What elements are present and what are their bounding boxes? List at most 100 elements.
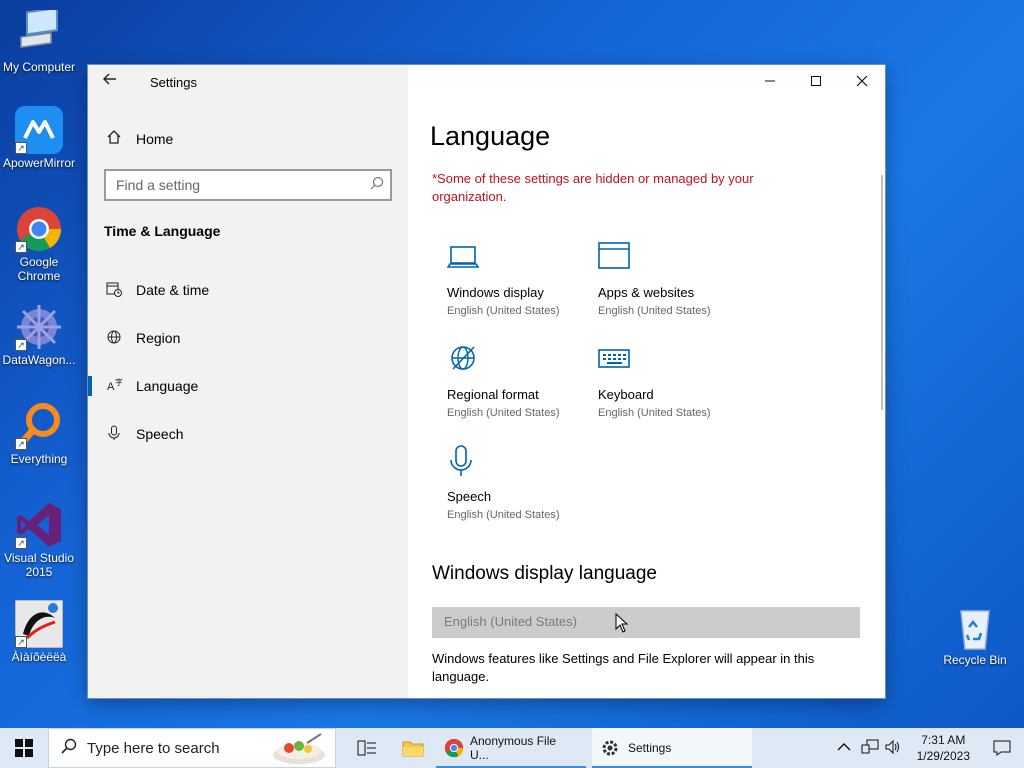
search-highlight-icon <box>271 733 327 768</box>
desktop-icon-my-computer[interactable]: My Computer <box>1 6 77 74</box>
desktop-icon-label: Everything <box>10 452 68 466</box>
keyboard-icon <box>598 343 748 377</box>
taskbar-app-label: Anonymous File U... <box>470 734 557 762</box>
calendar-clock-icon <box>104 281 124 300</box>
notification-icon[interactable] <box>980 740 1024 756</box>
sidebar-item-label: Language <box>136 378 199 394</box>
tile-keyboard[interactable]: Keyboard English (United States) <box>598 343 748 419</box>
find-setting-input[interactable]: Find a setting <box>104 169 392 201</box>
recycle-bin-icon <box>951 603 999 651</box>
dropdown-value: English (United States) <box>444 614 577 629</box>
tile-name: Apps & websites <box>598 285 695 300</box>
page-title: Language <box>430 121 551 151</box>
tile-windows-display[interactable]: Windows display English (United States) <box>446 241 597 317</box>
display-language-dropdown[interactable]: English (United States) <box>432 607 860 638</box>
shortcut-arrow-icon: ↗ <box>15 142 27 154</box>
svg-text:字: 字 <box>115 377 122 387</box>
windows-logo-icon <box>15 739 33 757</box>
app-shortcut-icon: ↗ <box>14 599 64 649</box>
tile-speech[interactable]: Speech English (United States) <box>447 445 597 521</box>
chevron-up-icon[interactable] <box>837 741 851 755</box>
tile-sub: English (United States) <box>598 407 711 419</box>
clock-time: 7:31 AM <box>921 733 966 747</box>
microphone-icon <box>104 425 124 444</box>
sidebar-item-speech[interactable]: Speech <box>88 414 408 454</box>
desktop-icon-label: ApowerMirror <box>2 156 75 170</box>
sidebar-item-date-time[interactable]: Date & time <box>88 270 408 310</box>
nav-home-label: Home <box>136 131 174 147</box>
shortcut-arrow-icon: ↗ <box>15 339 27 351</box>
taskbar: Type here to search Anonymous File U... … <box>0 728 1024 768</box>
sidebar-item-language[interactable]: A字 Language <box>88 366 408 406</box>
desktop-icon-label: Àìàíõèëëà <box>11 650 67 664</box>
taskbar-app-chrome[interactable]: Anonymous File U... <box>436 728 586 768</box>
search-icon <box>370 176 384 193</box>
content-pane: Language *Some of these settings are hid… <box>408 65 885 698</box>
gear-icon <box>602 740 618 756</box>
clock-date: 1/29/2023 <box>916 749 970 763</box>
nav-home[interactable]: Home <box>104 127 173 151</box>
tile-sub: English (United States) <box>447 305 560 317</box>
settings-window: Settings Home Find a setting Time & Lang… <box>88 65 885 698</box>
laptop-icon <box>446 241 597 275</box>
desktop-icon-recycle-bin[interactable]: Recycle Bin <box>937 603 1013 667</box>
datawagon-icon: ↗ <box>15 303 63 351</box>
sidebar-item-label: Region <box>136 330 181 346</box>
task-view-button[interactable] <box>344 728 390 768</box>
display-language-description: Windows features like Settings and File … <box>432 651 815 684</box>
volume-icon[interactable] <box>885 739 901 758</box>
tile-name: Windows display <box>447 285 544 300</box>
sidebar-item-region[interactable]: Region <box>88 318 408 358</box>
tile-regional-format[interactable]: Regional format English (United States) <box>447 343 597 419</box>
clock[interactable]: 7:31 AM 1/29/2023 <box>917 732 970 764</box>
shortcut-arrow-icon: ↗ <box>15 636 27 648</box>
desktop-icon-label: Recycle Bin <box>943 653 1007 667</box>
section-title: Time & Language <box>104 223 221 239</box>
tile-sub: English (United States) <box>598 305 711 317</box>
window-icon <box>598 241 748 275</box>
back-button[interactable] <box>102 71 122 91</box>
shortcut-arrow-icon: ↗ <box>15 438 27 450</box>
taskbar-app-label: Settings <box>628 741 672 755</box>
network-icon[interactable] <box>861 739 879 758</box>
tile-name: Regional format <box>447 387 539 402</box>
managed-warning: *Some of these settings are hidden or ma… <box>432 171 754 204</box>
task-view-icon <box>357 740 376 756</box>
language-icon: A字 <box>104 377 124 396</box>
display-language-heading: Windows display language <box>432 563 657 584</box>
mouse-cursor-icon <box>615 612 629 638</box>
desktop-icon-datawagon[interactable]: ↗ DataWagon... <box>1 303 77 367</box>
desktop-icon-app[interactable]: ↗ Àìàíõèëëà <box>1 599 77 664</box>
chrome-icon <box>444 738 464 758</box>
taskbar-search-box[interactable]: Type here to search <box>48 728 336 768</box>
desktop-icon-label: Visual Studio 2015 <box>4 551 74 579</box>
scrollbar[interactable] <box>881 175 883 410</box>
taskbar-search-placeholder: Type here to search <box>87 739 220 757</box>
search-placeholder: Find a setting <box>116 177 201 193</box>
sidebar-item-label: Speech <box>136 426 184 442</box>
microphone-icon <box>447 445 597 479</box>
sidebar: Settings Home Find a setting Time & Lang… <box>88 65 408 698</box>
tile-apps-websites[interactable]: Apps & websites English (United States) <box>598 241 748 317</box>
chrome-icon: ↗ <box>15 205 63 253</box>
taskbar-app-settings[interactable]: Settings <box>592 728 752 768</box>
tile-name: Keyboard <box>598 387 654 402</box>
desktop-icon-label: My Computer <box>2 60 76 74</box>
computer-icon <box>15 6 63 58</box>
start-button[interactable] <box>0 728 48 768</box>
folder-icon <box>402 741 424 757</box>
sidebar-item-label: Date & time <box>136 282 210 298</box>
desktop-icon-label: DataWagon... <box>2 353 76 367</box>
desktop-icon-visual-studio[interactable]: ↗ Visual Studio 2015 <box>1 501 77 579</box>
visual-studio-icon: ↗ <box>15 501 63 549</box>
tile-sub: English (United States) <box>447 509 560 521</box>
file-explorer-button[interactable] <box>390 728 436 768</box>
svg-text:A: A <box>107 381 115 393</box>
desktop-icon-apowermirror[interactable]: ↗ ApowerMirror <box>1 106 77 170</box>
desktop-icon-chrome[interactable]: ↗ Google Chrome <box>1 205 77 283</box>
desktop-icon-everything[interactable]: ↗ Everything <box>1 402 77 466</box>
shortcut-arrow-icon: ↗ <box>15 241 27 253</box>
back-arrow-icon <box>103 73 116 85</box>
system-tray: 7:31 AM 1/29/2023 <box>837 728 1024 768</box>
globe-icon <box>447 343 597 377</box>
